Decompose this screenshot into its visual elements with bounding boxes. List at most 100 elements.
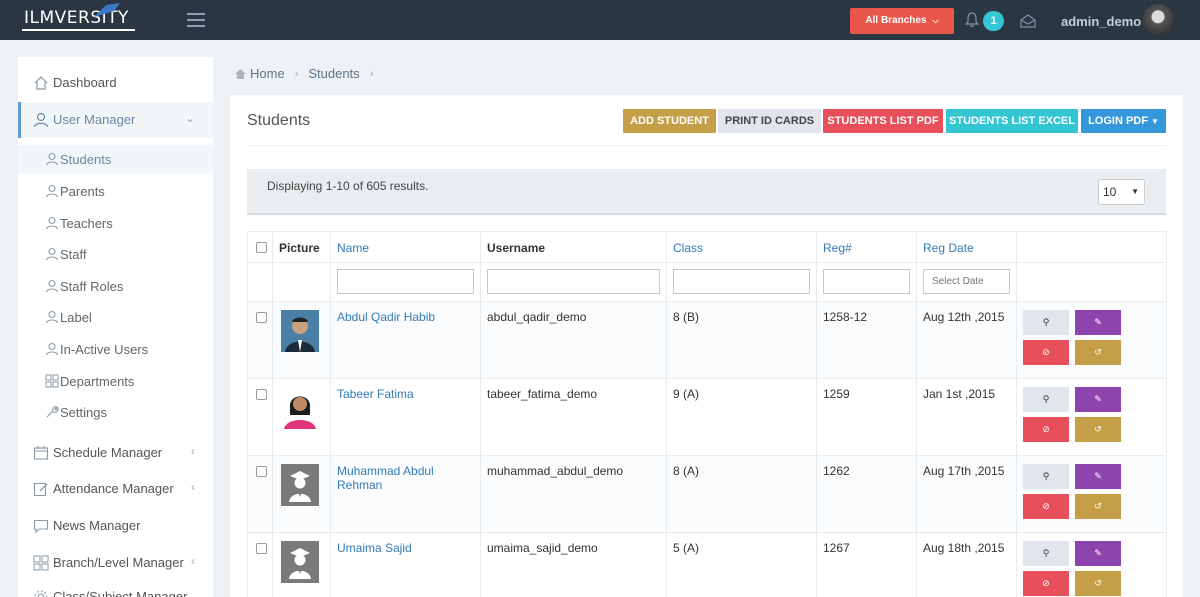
results-summary: Displaying 1-10 of 605 results. (267, 179, 429, 193)
student-username: muhammad_abdul_demo (480, 455, 667, 533)
print-id-cards-button[interactable]: PRINT ID CARDS (718, 109, 821, 133)
edit-button[interactable]: ✎ (1075, 387, 1121, 412)
divider (247, 145, 1166, 146)
sidebar-item-dashboard[interactable]: Dashboard (18, 65, 213, 101)
table-row: Tabeer Fatima tabeer_fatima_demo 9 (A) 1… (247, 378, 1167, 456)
reg-date-filter-input[interactable] (923, 269, 1010, 294)
reset-button[interactable]: ↺ (1075, 571, 1121, 596)
home-icon (235, 68, 246, 79)
students-list-excel-button[interactable]: STUDENTS LIST EXCEL (946, 109, 1078, 133)
user-avatar[interactable] (1142, 4, 1174, 36)
row-checkbox[interactable] (256, 543, 267, 554)
sidebar-item-class-subject-manager[interactable]: Class/Subject Manager (18, 579, 213, 597)
column-header-name[interactable]: Name (330, 231, 481, 263)
view-button[interactable]: ⚲ (1023, 541, 1069, 566)
column-header-reg[interactable]: Reg# (816, 231, 917, 263)
sidebar-subitem-departments[interactable]: Departments (18, 367, 213, 395)
user-icon (45, 247, 59, 261)
student-name[interactable]: Muhammad Abdul Rehman (330, 455, 481, 533)
chevron-left-icon: ‹ (191, 554, 195, 568)
edit-button[interactable]: ✎ (1075, 310, 1121, 335)
envelope-icon[interactable] (1020, 14, 1036, 28)
history-icon: ↺ (1094, 424, 1102, 434)
username-filter-input[interactable] (487, 269, 660, 294)
class-filter-input[interactable] (673, 269, 810, 294)
sidebar-item-branch-level-manager[interactable]: Branch/Level Manager ‹ (18, 545, 213, 581)
sidebar-subitem-label[interactable]: Label (18, 303, 213, 331)
current-user-name[interactable]: admin_demo (1061, 14, 1141, 29)
student-username: abdul_qadir_demo (480, 301, 667, 379)
user-icon (45, 184, 59, 198)
student-photo (281, 387, 319, 429)
student-username: umaima_sajid_demo (480, 532, 667, 597)
caret-down-icon: ▼ (1131, 187, 1139, 196)
deactivate-button[interactable]: ⊘ (1023, 494, 1069, 519)
select-all-checkbox[interactable] (256, 242, 267, 253)
chevron-down-icon: ⌵ (932, 16, 939, 25)
reset-button[interactable]: ↺ (1075, 340, 1121, 365)
view-button[interactable]: ⚲ (1023, 387, 1069, 412)
table-row: Umaima Sajid umaima_sajid_demo 5 (A) 126… (247, 532, 1167, 597)
sidebar-item-schedule-manager[interactable]: Schedule Manager ‹ (18, 435, 213, 471)
sidebar-item-label: Parents (60, 184, 105, 199)
breadcrumb-home-link[interactable]: Home (250, 66, 285, 81)
student-name[interactable]: Abdul Qadir Habib (330, 301, 481, 379)
students-list-pdf-button[interactable]: STUDENTS LIST PDF (823, 109, 943, 133)
row-checkbox[interactable] (256, 466, 267, 477)
row-checkbox[interactable] (256, 312, 267, 323)
sidebar: Dashboard User Manager ⌄ Students Parent… (18, 57, 213, 597)
all-branches-dropdown[interactable]: All Branches ⌵ (850, 8, 954, 34)
home-icon (34, 76, 48, 90)
sidebar-subitem-settings[interactable]: Settings (18, 398, 213, 426)
edit-icon (33, 482, 48, 497)
student-reg: 1259 (816, 378, 917, 456)
reset-button[interactable]: ↺ (1075, 417, 1121, 442)
reg-filter-input[interactable] (823, 269, 910, 294)
deactivate-button[interactable]: ⊘ (1023, 417, 1069, 442)
edit-button[interactable]: ✎ (1075, 464, 1121, 489)
sidebar-subitem-students[interactable]: Students (18, 145, 213, 173)
grid-icon (45, 374, 59, 388)
name-filter-input[interactable] (337, 269, 474, 294)
sidebar-item-label: Schedule Manager (53, 445, 163, 460)
sidebar-subitem-staff-roles[interactable]: Staff Roles (18, 272, 213, 300)
reset-button[interactable]: ↺ (1075, 494, 1121, 519)
column-header-class[interactable]: Class (666, 231, 817, 263)
row-checkbox[interactable] (256, 389, 267, 400)
sidebar-item-user-manager[interactable]: User Manager ⌄ (18, 102, 213, 138)
student-name[interactable]: Umaima Sajid (330, 532, 481, 597)
logo-flag-icon (94, 3, 120, 17)
sidebar-subitem-teachers[interactable]: Teachers (18, 209, 213, 237)
column-header-username: Username (480, 231, 667, 263)
wrench-icon (46, 406, 59, 418)
chevron-right-icon: › (294, 67, 299, 80)
sidebar-item-label: News Manager (53, 518, 141, 533)
sidebar-item-label: Branch/Level Manager (53, 555, 184, 570)
page-size-select[interactable]: 10 ▼ (1098, 179, 1145, 205)
deactivate-button[interactable]: ⊘ (1023, 571, 1069, 596)
sidebar-subitem-parents[interactable]: Parents (18, 177, 213, 205)
breadcrumb-students-link[interactable]: Students (308, 66, 359, 81)
student-class: 5 (A) (666, 532, 817, 597)
view-button[interactable]: ⚲ (1023, 310, 1069, 335)
sidebar-subitem-staff[interactable]: Staff (18, 240, 213, 268)
table-row: Muhammad Abdul Rehman muhammad_abdul_dem… (247, 455, 1167, 533)
sidebar-item-attendance-manager[interactable]: Attendance Manager ‹ (18, 471, 213, 507)
student-name[interactable]: Tabeer Fatima (330, 378, 481, 456)
sidebar-item-news-manager[interactable]: News Manager (18, 508, 213, 544)
login-pdf-dropdown[interactable]: LOGIN PDF ▼ (1081, 109, 1166, 133)
ban-icon: ⊘ (1042, 424, 1050, 434)
bell-icon[interactable] (965, 12, 979, 28)
sidebar-item-label: Attendance Manager (53, 481, 174, 496)
page-size-value: 10 (1103, 185, 1117, 199)
deactivate-button[interactable]: ⊘ (1023, 340, 1069, 365)
column-header-reg-date[interactable]: Reg Date (916, 231, 1017, 263)
edit-button[interactable]: ✎ (1075, 541, 1121, 566)
sidebar-subitem-inactive-users[interactable]: In-Active Users (18, 335, 213, 363)
chevron-down-icon: ⌄ (184, 111, 195, 125)
view-button[interactable]: ⚲ (1023, 464, 1069, 489)
add-student-button[interactable]: ADD STUDENT (623, 109, 716, 133)
history-icon: ↺ (1094, 347, 1102, 357)
menu-toggle-button[interactable] (187, 13, 205, 27)
search-icon: ⚲ (1042, 394, 1050, 404)
